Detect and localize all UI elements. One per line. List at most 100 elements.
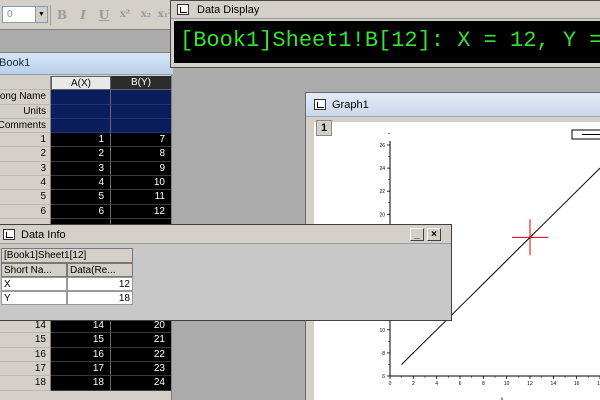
row-number[interactable]: 5: [0, 190, 51, 205]
cell[interactable]: 24: [111, 376, 171, 391]
row-number[interactable]: 18: [0, 376, 51, 391]
italic-button[interactable]: I: [74, 6, 92, 24]
row-number[interactable]: 1: [0, 133, 51, 148]
cell[interactable]: 9: [111, 161, 171, 177]
value-x: 12: [67, 277, 133, 291]
column-header-row: A(X) B(Y): [0, 76, 173, 91]
data-info-titlebar[interactable]: Data Info _ ×: [0, 225, 451, 244]
workbook-titlebar[interactable]: Book1: [0, 53, 173, 75]
y-tick-label: 6: [382, 374, 385, 380]
data-info-source: [Book1]Sheet1[12]: [1, 248, 133, 263]
meta-row-label: Comments: [0, 118, 51, 134]
data-display-readout: [Book1]Sheet1!B[12]: X = 12, Y = 18: [174, 21, 600, 63]
data-point: [494, 271, 496, 273]
y-tick-label: 20: [379, 212, 385, 218]
table-row: 6 6 12: [0, 204, 173, 219]
data-point: [412, 352, 414, 354]
cell[interactable]: 16: [51, 347, 111, 362]
graph-titlebar[interactable]: Graph1: [306, 93, 600, 117]
row-number[interactable]: 16: [0, 347, 51, 362]
x-tick-label: 8: [482, 381, 485, 387]
meta-row: Comments: [0, 118, 173, 134]
underline-button[interactable]: U: [95, 6, 113, 24]
row-number[interactable]: 15: [0, 333, 51, 348]
data-point: [541, 225, 543, 227]
cell[interactable]: 6: [51, 204, 111, 219]
workbook-title: Book1: [0, 57, 31, 69]
row-label-y: Y: [1, 291, 67, 305]
cell[interactable]: 4: [51, 176, 111, 191]
y-tick-label: 10: [379, 328, 385, 334]
cell[interactable]: 10: [111, 176, 171, 191]
meta-row: Units: [0, 104, 173, 119]
data-point: [459, 306, 461, 308]
column-header-a[interactable]: A(X): [51, 76, 111, 91]
cell[interactable]: 23: [111, 361, 171, 377]
x-tick-label: 14: [551, 381, 557, 387]
cell[interactable]: 5: [51, 190, 111, 205]
row-number[interactable]: 14: [0, 319, 51, 334]
cell[interactable]: 2: [51, 147, 111, 162]
cell[interactable]: 22: [111, 347, 171, 362]
corner-cell[interactable]: [0, 76, 51, 91]
row-number[interactable]: 2: [0, 147, 51, 162]
table-row: 15 15 21: [0, 333, 173, 348]
column-header-b[interactable]: B(Y): [111, 76, 171, 91]
x-tick-label: 0: [389, 381, 392, 387]
data-display-title: Data Display: [197, 4, 260, 16]
data-point: [587, 179, 589, 181]
cell[interactable]: [111, 90, 171, 105]
y-tick-label: 24: [379, 166, 385, 172]
cell[interactable]: 3: [51, 161, 111, 177]
cell[interactable]: 8: [111, 147, 171, 162]
data-point: [517, 248, 519, 250]
window-icon: [314, 99, 326, 110]
column-header-data[interactable]: Data(Re...: [67, 263, 133, 277]
table-row: 4 4 10: [0, 176, 173, 191]
layer-1-tab[interactable]: 1: [316, 120, 332, 136]
cell[interactable]: [51, 104, 111, 119]
data-display-window[interactable]: Data Display [Book1]Sheet1!B[12]: X = 12…: [170, 0, 600, 68]
cell[interactable]: 21: [111, 333, 171, 348]
toolbar-separator: [50, 5, 51, 25]
y-tick-label: 22: [379, 189, 385, 195]
cell[interactable]: 12: [111, 204, 171, 219]
table-row: 18 18 24: [0, 376, 173, 391]
font-size-select[interactable]: 0 ▼: [2, 6, 48, 23]
x-tick-label: 10: [504, 381, 510, 387]
data-info-window[interactable]: Data Info _ × [Book1]Sheet1[12] Short Na…: [0, 224, 452, 321]
column-header-short-name[interactable]: Short Na...: [1, 263, 67, 277]
table-row: 3 3 9: [0, 161, 173, 177]
superscript-button[interactable]: x²: [116, 6, 134, 24]
data-point: [471, 294, 473, 296]
row-number[interactable]: 3: [0, 161, 51, 177]
cell[interactable]: 18: [51, 376, 111, 391]
cell[interactable]: 15: [51, 333, 111, 348]
cell[interactable]: [51, 118, 111, 134]
cell[interactable]: 11: [111, 190, 171, 205]
cell[interactable]: 1: [51, 133, 111, 148]
cell[interactable]: [51, 90, 111, 105]
cell[interactable]: 17: [51, 361, 111, 377]
row-label-x: X: [1, 277, 67, 291]
cell[interactable]: [111, 104, 171, 119]
close-button[interactable]: ×: [427, 228, 441, 241]
row-number[interactable]: 17: [0, 361, 51, 377]
row-number[interactable]: 4: [0, 176, 51, 191]
cell[interactable]: [111, 118, 171, 134]
cell[interactable]: 20: [111, 319, 171, 334]
cell[interactable]: 14: [51, 319, 111, 334]
x-tick-label: 16: [574, 381, 580, 387]
row-number[interactable]: 6: [0, 204, 51, 219]
graph-title: Graph1: [332, 99, 369, 111]
bold-button[interactable]: B: [53, 6, 71, 24]
cell[interactable]: 7: [111, 133, 171, 148]
minimize-button[interactable]: _: [410, 228, 424, 241]
subscript-button[interactable]: x₂: [137, 6, 155, 24]
chevron-down-icon[interactable]: ▼: [35, 7, 47, 22]
table-row: 1 1 7: [0, 133, 173, 148]
window-icon: [3, 229, 15, 240]
y-tick-label: 26: [379, 143, 385, 149]
data-point: [424, 340, 426, 342]
data-display-titlebar[interactable]: Data Display: [171, 1, 600, 19]
